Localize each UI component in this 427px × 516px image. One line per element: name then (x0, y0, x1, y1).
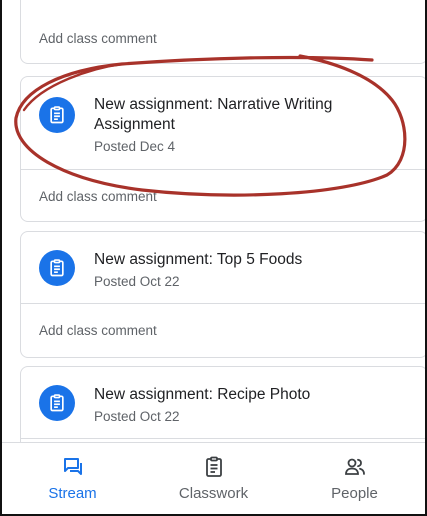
nav-stream[interactable]: Stream (2, 443, 143, 514)
add-class-comment-button[interactable]: Add class comment (21, 304, 425, 356)
post-date: Posted Oct 22 (94, 409, 180, 424)
nav-stream-label: Stream (48, 485, 97, 502)
add-class-comment-button[interactable]: Add class comment (21, 170, 425, 221)
post-date: Posted Oct 22 (94, 274, 180, 289)
assignment-icon (39, 385, 75, 421)
nav-classwork[interactable]: Classwork (143, 443, 284, 514)
assignment-icon (39, 97, 75, 133)
assignment-post[interactable]: New assignment: Narrative Writing Assign… (21, 77, 425, 170)
stream-feed[interactable]: Add class comment New assignment: Narrat… (2, 0, 425, 442)
comment-placeholder: Add class comment (39, 188, 157, 204)
app-screen: Add class comment New assignment: Narrat… (0, 0, 427, 516)
stream-card: New assignment: Narrative Writing Assign… (20, 76, 425, 222)
post-title: New assignment: Recipe Photo (94, 386, 311, 403)
stream-icon (63, 458, 82, 475)
nav-people[interactable]: People (284, 443, 425, 514)
comment-placeholder: Add class comment (39, 322, 157, 338)
post-title: New assignment: Top 5 Foods (94, 251, 303, 268)
stream-card: New assignment: Recipe Photo Posted Oct … (20, 366, 425, 442)
assignment-icon (39, 250, 75, 286)
classwork-icon (205, 456, 222, 477)
comment-placeholder: Add class comment (39, 30, 157, 46)
post-title: New assignment: Narrative Writing Assign… (94, 96, 333, 133)
assignment-post[interactable]: New assignment: Recipe Photo Posted Oct … (21, 367, 425, 439)
nav-people-label: People (331, 485, 378, 502)
add-class-comment-button[interactable]: Add class comment (21, 13, 425, 63)
assignment-post[interactable]: New assignment: Top 5 Foods Posted Oct 2… (21, 232, 425, 304)
people-icon (344, 458, 365, 475)
nav-classwork-label: Classwork (178, 485, 249, 502)
post-date: Posted Dec 4 (94, 139, 176, 154)
bottom-navigation: Stream Classwork People (2, 442, 425, 514)
stream-card-partial: Add class comment (20, 0, 425, 64)
stream-card: New assignment: Top 5 Foods Posted Oct 2… (20, 231, 425, 358)
